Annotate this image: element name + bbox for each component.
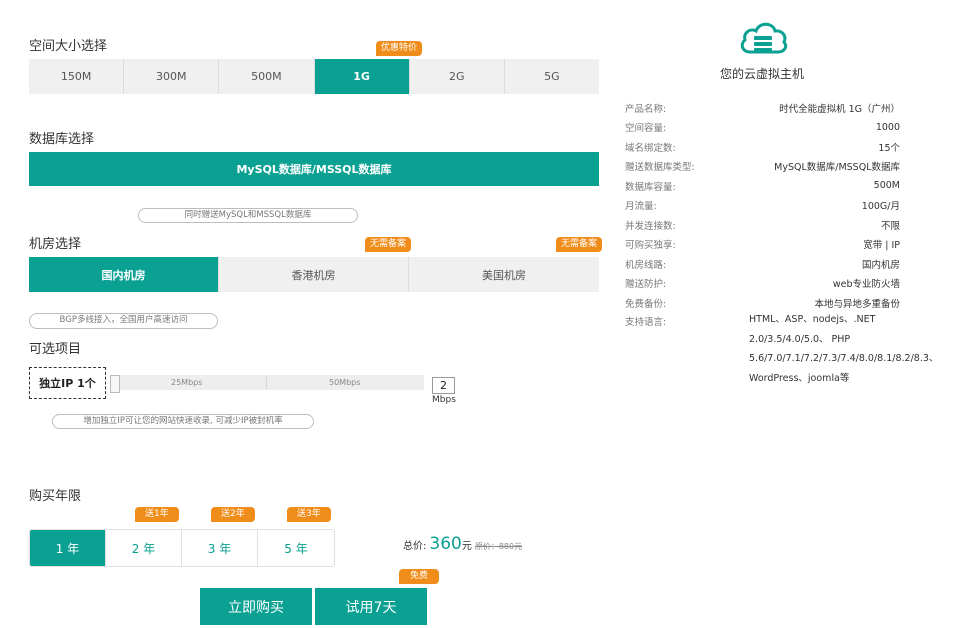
info-label: 机房线路: (625, 259, 667, 271)
language-line: WordPress、joomla等 (749, 372, 850, 384)
info-row: 数据库容量: 500M (625, 176, 900, 196)
info-row: 可购买独享: 宽带 | IP (625, 235, 900, 255)
info-label: 可购买独享: (625, 240, 676, 252)
bandwidth-slider-track[interactable] (110, 375, 424, 390)
info-label: 赠送数据库类型: (625, 162, 695, 174)
buy-now-button[interactable]: 立即购买 (200, 588, 312, 625)
gift-badge-5y: 送3年 (287, 507, 331, 522)
space-option-300m[interactable]: 300M (124, 59, 220, 94)
info-value: 15个 (878, 142, 900, 154)
bandwidth-slider-handle[interactable] (110, 375, 120, 393)
no-filing-badge-us: 无需备案 (556, 237, 603, 252)
info-label: 空间容量: (625, 123, 667, 135)
language-line: 2.0/3.5/4.0/5.0、 PHP (749, 333, 851, 345)
gift-badge-3y: 送2年 (211, 507, 255, 522)
optional-section-title: 可选项目 (29, 342, 82, 357)
year-option-3[interactable]: 3 年 (182, 530, 258, 566)
info-row: 赠送数据库类型: MySQL数据库/MSSQL数据库 (625, 157, 900, 177)
price-row: 总价: 360 元 原价：880元 (403, 534, 522, 554)
info-row: 产品名称: 时代全能虚拟机 1G（广州） (625, 98, 900, 118)
slider-mark-25: 25Mbps (171, 378, 203, 387)
trial-button[interactable]: 试用7天 (315, 588, 427, 625)
info-value: web专业防火墙 (832, 279, 900, 291)
info-label: 赠送防护: (625, 279, 667, 291)
info-label: 并发连接数: (625, 220, 676, 232)
info-row: 赠送防护: web专业防火墙 (625, 274, 900, 294)
discount-badge: 优惠特价 (376, 41, 423, 56)
room-section-title: 机房选择 (29, 237, 82, 252)
product-info-list: 产品名称: 时代全能虚拟机 1G（广州） 空间容量: 1000 域名绑定数: 15个 … (625, 98, 900, 313)
price-value: 360 (429, 534, 462, 554)
year-option-1[interactable]: 1 年 (30, 530, 106, 566)
info-row: 空间容量: 1000 (625, 118, 900, 138)
room-option-domestic[interactable]: 国内机房 (29, 257, 219, 292)
info-row: 并发连接数: 不限 (625, 215, 900, 235)
product-title: 您的云虚拟主机 (719, 67, 804, 81)
space-section-title: 空间大小选择 (29, 39, 108, 54)
room-option-us[interactable]: 美国机房 (409, 257, 599, 292)
language-label: 支持语言: (625, 317, 667, 328)
language-line: HTML、ASP、nodejs、.NET (749, 314, 876, 325)
info-value: 不限 (880, 220, 900, 232)
room-hint: BGP多线接入，全国用户高速访问 (29, 313, 218, 329)
original-price: 原价：880元 (474, 542, 523, 551)
info-value: 100G/月 (861, 201, 900, 213)
price-label: 总价: (403, 541, 427, 552)
info-label: 域名绑定数: (625, 142, 676, 154)
info-value: 500M (873, 180, 900, 192)
database-option-mysql-mssql[interactable]: MySQL数据库/MSSQL数据库 (29, 152, 599, 186)
year-option-2[interactable]: 2 年 (106, 530, 182, 566)
language-line: 5.6/7.0/7.1/7.2/7.3/7.4/8.0/8.1/8.2/8.3、 (749, 353, 939, 364)
database-hint: 同时赠送MySQL和MSSQL数据库 (138, 208, 358, 223)
ip-hint: 增加独立IP可让您的网站快速收录, 可减少IP被封机率 (52, 414, 314, 429)
year-option-5[interactable]: 5 年 (258, 530, 334, 566)
space-option-5g[interactable]: 5G (505, 59, 599, 94)
gift-badge-2y: 送1年 (135, 507, 179, 522)
info-row: 域名绑定数: 15个 (625, 137, 900, 157)
price-unit: 元 (461, 541, 472, 552)
language-list: HTML、ASP、nodejs、.NET 2.0/3.5/4.0/5.0、 PH… (749, 310, 949, 388)
space-option-2g[interactable]: 2G (410, 59, 505, 94)
info-value: 1000 (875, 121, 900, 133)
space-option-150m[interactable]: 150M (29, 59, 125, 94)
dedicated-ip-label: 独立IP 1个 (29, 367, 106, 399)
space-option-1g[interactable]: 1G (314, 59, 410, 94)
info-label: 月流量: (625, 201, 657, 213)
bandwidth-unit: Mbps (432, 395, 456, 405)
info-label: 数据库容量: (625, 181, 676, 193)
bandwidth-input[interactable]: 2 (432, 377, 455, 394)
info-value: 宽带 | IP (863, 240, 900, 252)
info-value: 本地与异地多重备份 (814, 298, 900, 310)
free-badge: 免费 (399, 569, 440, 584)
info-label: 产品名称: (625, 103, 667, 115)
info-row: 月流量: 100G/月 (625, 196, 900, 216)
years-section-title: 购买年限 (29, 489, 82, 504)
space-option-500m[interactable]: 500M (219, 59, 315, 94)
no-filing-badge-hk: 无需备案 (365, 237, 412, 252)
years-tabs: 1 年 2 年 3 年 5 年 (29, 529, 335, 567)
info-row: 机房线路: 国内机房 (625, 254, 900, 274)
database-tabs: MySQL数据库/MSSQL数据库 (29, 152, 599, 186)
room-tabs: 国内机房 香港机房 美国机房 (29, 257, 599, 292)
space-size-tabs: 150M 300M 500M 1G 2G 5G (29, 59, 599, 94)
info-value: 国内机房 (861, 259, 900, 271)
slider-mark-50: 50Mbps (329, 378, 361, 387)
info-value: 时代全能虚拟机 1G（广州） (779, 103, 900, 115)
info-value: MySQL数据库/MSSQL数据库 (774, 162, 900, 174)
room-option-hongkong[interactable]: 香港机房 (219, 257, 409, 292)
cloud-server-icon (738, 18, 788, 58)
info-label: 免费备份: (625, 298, 667, 310)
slider-divider (266, 375, 267, 390)
database-section-title: 数据库选择 (29, 132, 95, 147)
